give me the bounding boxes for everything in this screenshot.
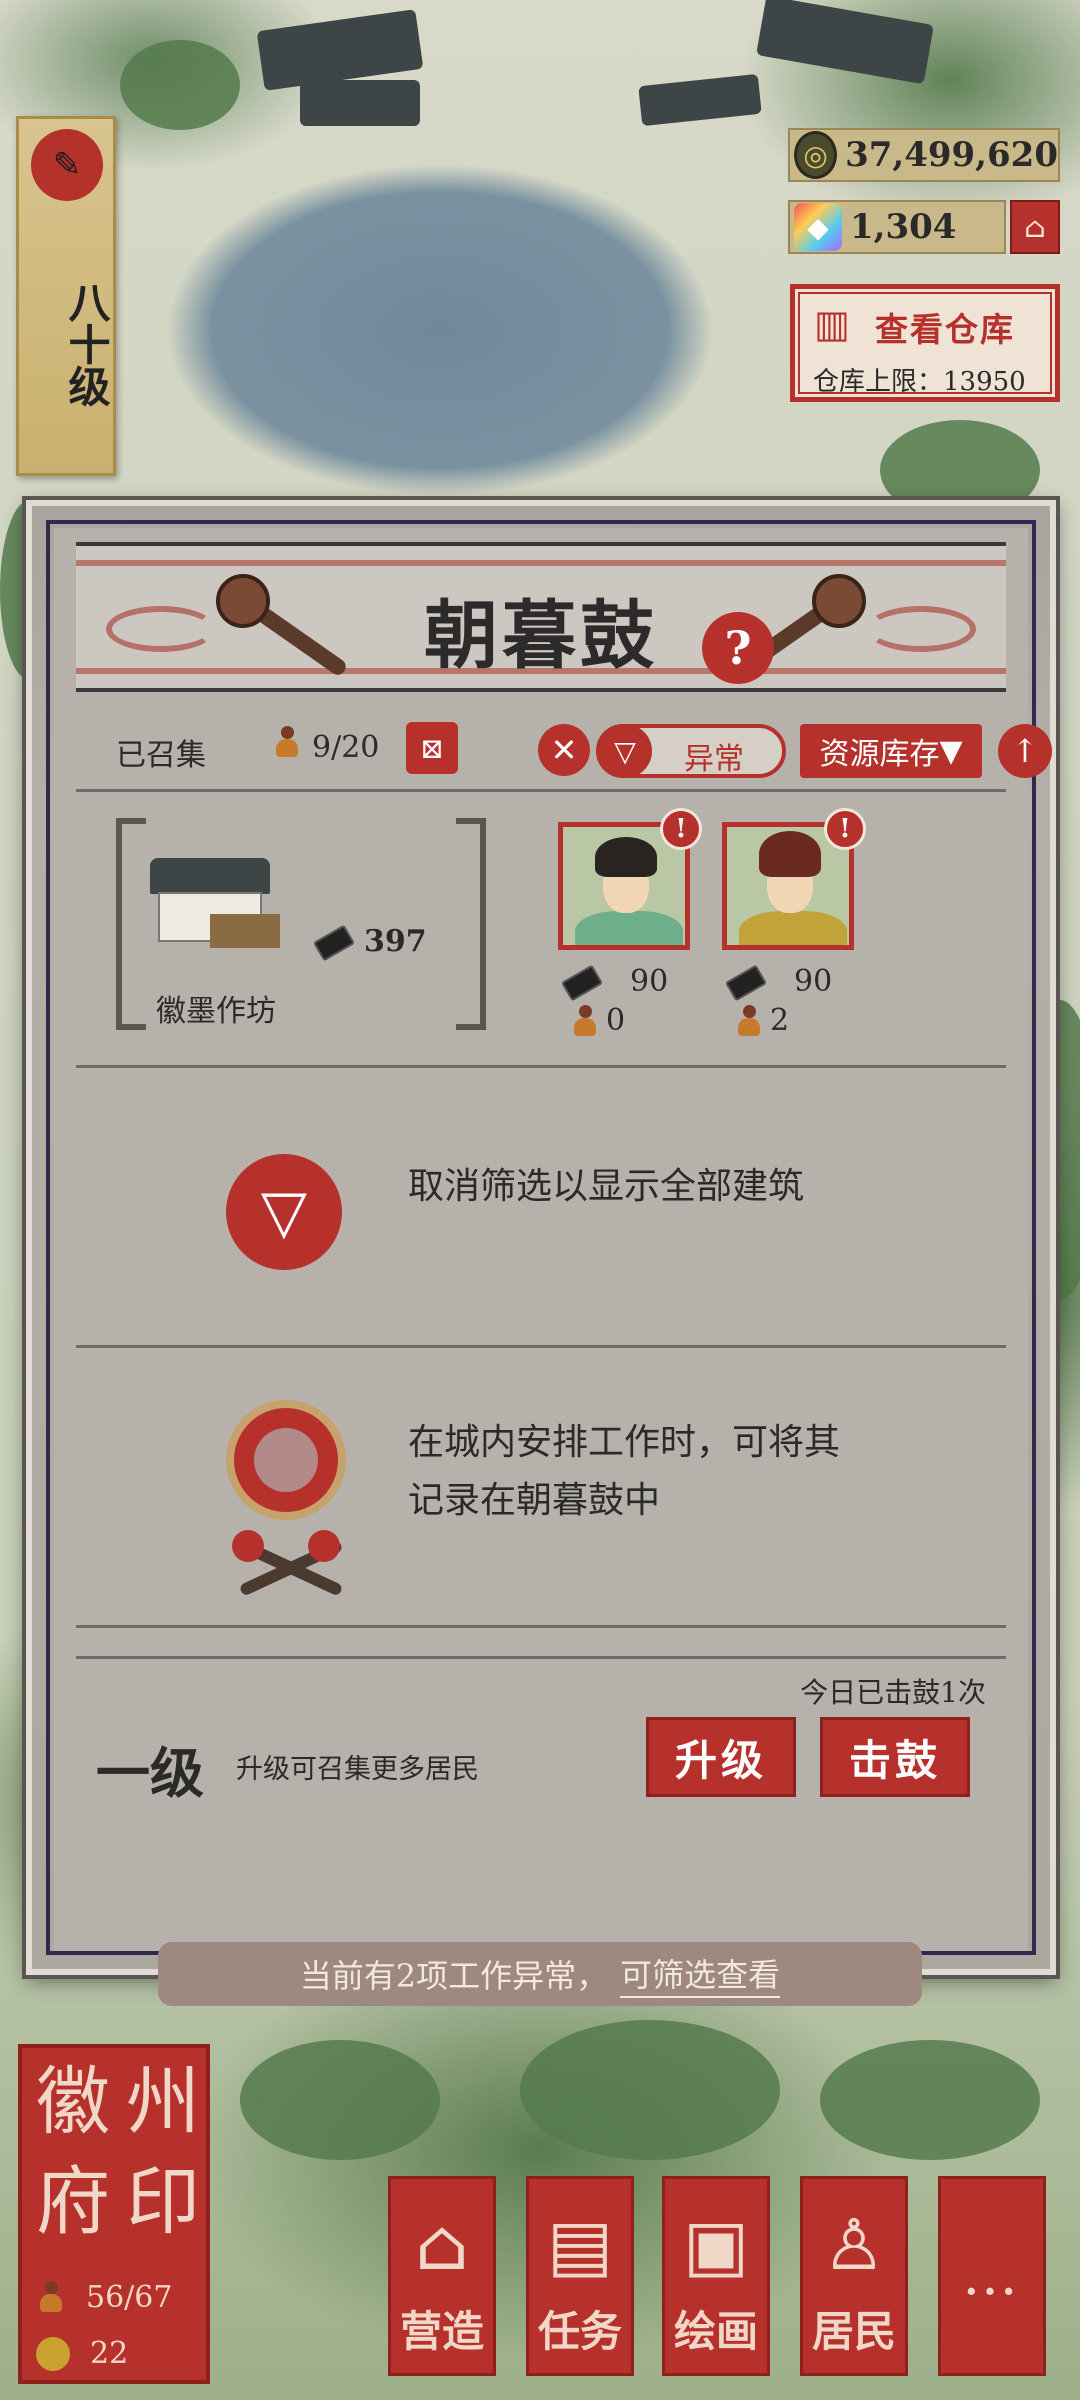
- city-level-text: 八十级: [62, 281, 111, 407]
- warehouse-title: 查看仓库: [875, 310, 1015, 349]
- copper-coin-icon: ◎: [794, 131, 838, 179]
- nav-more-button[interactable]: …: [938, 2176, 1046, 2376]
- ink-stick-icon: [312, 924, 356, 962]
- building-stock: 397: [312, 924, 427, 962]
- coin-counter: ◎ 37,499,620: [788, 128, 1060, 182]
- abnormal-work-notice: 当前有2项工作异常， 可筛选查看: [158, 1942, 922, 2006]
- drums-today-text: 今日已击鼓1次: [800, 1676, 986, 1709]
- ink-stick-icon: [724, 964, 768, 1002]
- dialog-title: 朝暮鼓: [424, 593, 658, 679]
- building-name: 徽墨作坊: [156, 994, 276, 1029]
- dialog-title-band: 朝暮鼓 ?: [76, 542, 1006, 692]
- upgrade-button[interactable]: 升级: [646, 1717, 796, 1797]
- build-icon: ⌂: [415, 2204, 469, 2286]
- resident-icon: [734, 1005, 764, 1039]
- recall-icon: ⊠: [420, 731, 444, 765]
- nav-task-label: 任务: [537, 2307, 622, 2356]
- building-row: 397 徽墨作坊 ! 90 0 ! 90 2: [76, 798, 1006, 1068]
- shop-icon: ⌂: [1024, 210, 1046, 244]
- seal-coin-count: 22: [90, 2336, 129, 2371]
- filter-info-text: 取消筛选以显示全部建筑: [408, 1166, 805, 1207]
- drum-level: 一级: [96, 1741, 204, 1805]
- building-stock-value: 397: [364, 924, 427, 959]
- building-thumbnail: [140, 858, 280, 958]
- sort-direction-button[interactable]: ↑: [998, 724, 1052, 778]
- filter-bar: 已召集 9/20 ⊠ ✕ ▽ 异常 资源库存 ▼ ↑: [76, 702, 1052, 792]
- city-level-banner[interactable]: ✎ 八十级: [16, 116, 116, 476]
- warehouse-icon: ▥: [814, 302, 850, 346]
- gem-counter: ◆ 1,304: [788, 200, 1006, 254]
- caret-down-icon: ▼: [939, 733, 963, 769]
- ink-stick-icon: [560, 964, 604, 1002]
- drum-info-text: 在城内安排工作时，可将其 记录在朝暮鼓中: [408, 1414, 968, 1530]
- worker-ink: 90: [630, 964, 669, 999]
- drum-dialog: 朝暮鼓 ? 已召集 9/20 ⊠ ✕ ▽ 异常 资源库存 ▼ ↑ 397 徽墨作…: [26, 500, 1056, 1975]
- nav-residents-label: 居民: [811, 2307, 896, 2356]
- seal-char: 州: [126, 2059, 200, 2145]
- filter-info-row: ▽ 取消筛选以显示全部建筑: [76, 1068, 1006, 1348]
- nav-task-button[interactable]: ▤ 任务: [526, 2176, 634, 2376]
- seal-text: 徽 州 府 印: [28, 2054, 208, 2254]
- bracket-right: [456, 818, 486, 1030]
- resident-count: 56/67: [86, 2280, 173, 2315]
- sort-dropdown[interactable]: 资源库存 ▼: [800, 724, 982, 778]
- arrow-up-icon: ↑: [1011, 732, 1039, 770]
- alert-icon: !: [824, 808, 866, 850]
- brush-icon: ✎: [31, 129, 103, 201]
- funnel-icon: ▽: [226, 1154, 342, 1270]
- prefecture-seal[interactable]: 徽 州 府 印 56/67 22: [18, 2044, 210, 2384]
- scroll-icon: ▣: [682, 2204, 750, 2286]
- worker-ink: 90: [794, 964, 833, 999]
- recall-residents-button[interactable]: ⊠: [406, 722, 458, 774]
- notice-text: 当前有2项工作异常，: [299, 1957, 609, 1995]
- seal-char: 府: [36, 2159, 110, 2245]
- worker-card[interactable]: ! 90 0: [558, 808, 702, 1039]
- sort-value: 资源库存: [819, 737, 940, 772]
- resident-icon: [570, 1005, 600, 1039]
- collected-label: 已召集: [116, 738, 206, 773]
- worker-card[interactable]: ! 90 2: [722, 808, 866, 1039]
- notice-filter-link[interactable]: 可筛选查看: [620, 1950, 781, 1998]
- funnel-icon: ▽: [598, 724, 652, 778]
- clear-filter-button[interactable]: ✕: [538, 724, 590, 776]
- nav-residents-button[interactable]: ♙ 居民: [800, 2176, 908, 2376]
- filter-value: 异常: [684, 742, 744, 777]
- drum-info-line-1: 在城内安排工作时，可将其: [408, 1422, 841, 1463]
- nav-build-button[interactable]: ⌂ 营造: [388, 2176, 496, 2376]
- seal-char: 印: [126, 2159, 200, 2245]
- shop-button[interactable]: ⌂: [1010, 200, 1060, 254]
- resident-icon: [36, 2280, 66, 2315]
- collected-count: 9/20: [312, 730, 380, 765]
- help-button[interactable]: ?: [702, 612, 774, 684]
- drum-info-row: 在城内安排工作时，可将其 记录在朝暮鼓中: [76, 1348, 1006, 1628]
- more-icon: …: [962, 2243, 1022, 2308]
- warehouse-limit: 仓库上限：13950: [813, 367, 1026, 397]
- drum-icon: [226, 1400, 346, 1520]
- nav-paint-button[interactable]: ▣ 绘画: [662, 2176, 770, 2376]
- book-icon: ▤: [546, 2204, 614, 2286]
- filter-dropdown[interactable]: ▽ 异常: [596, 724, 786, 778]
- nav-paint-label: 绘画: [673, 2307, 758, 2356]
- drumsticks-icon: [226, 1524, 346, 1604]
- gem-amount: 1,304: [850, 207, 957, 247]
- dialog-footer: 今日已击鼓1次 一级 升级可召集更多居民 升级 击鼓: [76, 1656, 1006, 1846]
- view-warehouse-button[interactable]: ▥ 查看仓库 仓库上限：13950: [790, 284, 1060, 402]
- drum-info-line-2: 记录在朝暮鼓中: [408, 1480, 661, 1521]
- seal-char: 徽: [36, 2059, 110, 2145]
- alert-icon: !: [660, 808, 702, 850]
- level-hint: 升级可召集更多居民: [236, 1754, 479, 1785]
- nav-build-label: 营造: [399, 2307, 484, 2356]
- resident-icon: [272, 726, 302, 760]
- gem-icon: ◆: [794, 203, 842, 251]
- coin-icon: [36, 2336, 70, 2371]
- coin-amount: 37,499,620: [845, 135, 1058, 175]
- worker-residents: 2: [770, 1003, 790, 1038]
- close-icon: ✕: [550, 731, 578, 769]
- worker-residents: 0: [606, 1003, 626, 1038]
- beat-drum-button[interactable]: 击鼓: [820, 1717, 970, 1797]
- person-icon: ♙: [822, 2204, 886, 2286]
- building-card[interactable]: 397 徽墨作坊: [116, 818, 486, 1030]
